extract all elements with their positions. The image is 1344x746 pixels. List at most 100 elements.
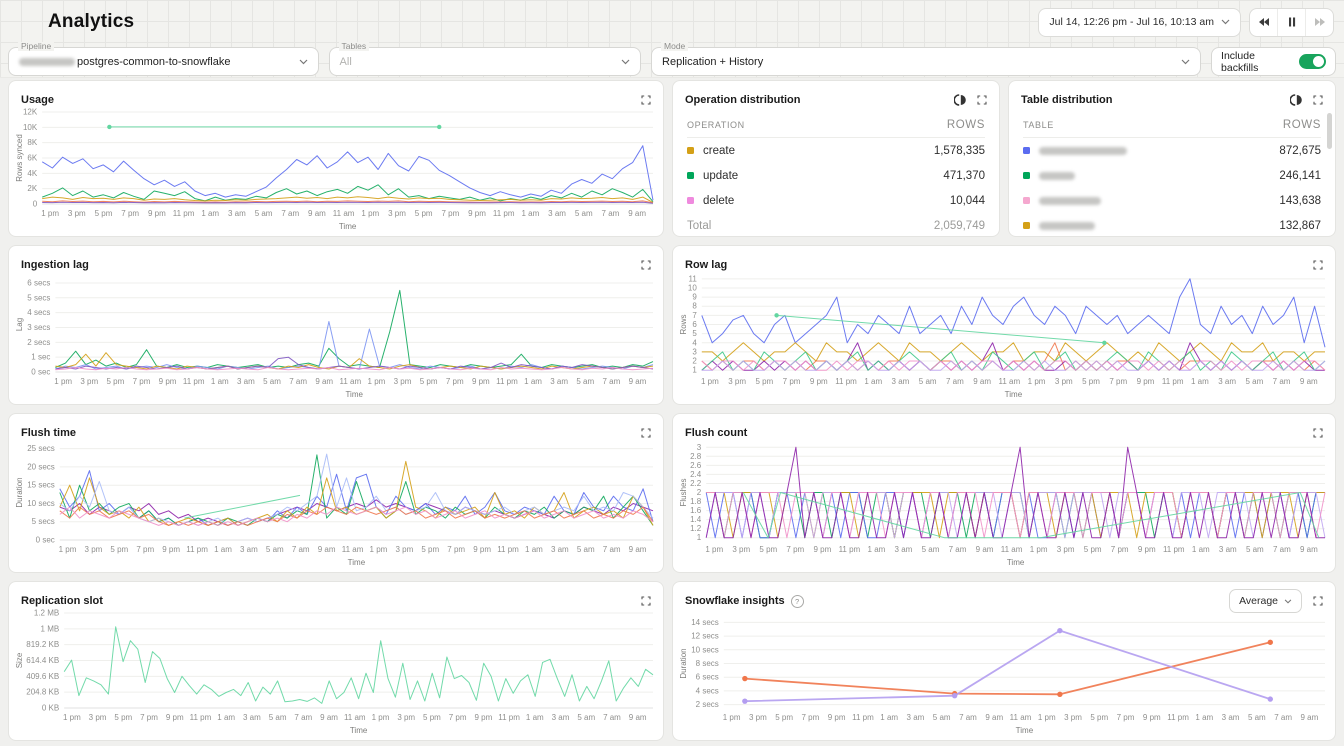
- expand-button[interactable]: [977, 95, 987, 105]
- expand-button[interactable]: [641, 428, 651, 438]
- axis-text: 7 pm: [786, 545, 804, 554]
- marker-mint-flat: [107, 125, 111, 129]
- axis-text: Rows synced: [15, 134, 24, 182]
- axis-text: 25 secs: [27, 444, 55, 453]
- axis-text: 1 am: [524, 377, 542, 386]
- axis-text: Time: [339, 222, 357, 231]
- app-header: Analytics Jul 14, 12:26 pm - Jul 16, 10:…: [0, 0, 1344, 44]
- axis-text: 11 pm: [173, 209, 195, 218]
- help-icon[interactable]: ?: [791, 595, 804, 608]
- redacted-table-name: [1039, 197, 1101, 205]
- flush-time-chart[interactable]: 0 sec5 secs10 secs15 secs20 secs25 secs1…: [13, 438, 661, 570]
- operation-label: delete: [703, 195, 734, 207]
- axis-text: 409.6 KB: [26, 672, 59, 681]
- operation-distribution-card: Operation distribution OPERATION ROWS cr…: [672, 80, 1000, 237]
- axis-text: 3 pm: [388, 209, 406, 218]
- axis-text: 9 am: [985, 713, 1003, 722]
- replication-slot-card: Replication slot 0 KB204.8 KB409.6 KB614…: [8, 581, 664, 741]
- axis-text: 11 am: [1001, 545, 1023, 554]
- date-range-picker[interactable]: Jul 14, 12:26 pm - Jul 16, 10:13 am: [1038, 8, 1241, 37]
- flush-count-card: Flush count 11.21.41.61.822.22.42.62.831…: [672, 413, 1336, 573]
- series-green: [55, 290, 653, 367]
- table-dist-header: TABLE ROWS: [1023, 113, 1321, 138]
- chart-canvas-replication_slot: 0 KB204.8 KB409.6 KB614.4 KB819.2 KB1 MB…: [13, 606, 661, 738]
- expand-button[interactable]: [1313, 596, 1323, 606]
- axis-text: 5 pm: [415, 209, 433, 218]
- axis-text: 1.8: [690, 497, 702, 506]
- axis-text: 4: [692, 338, 697, 347]
- rewind-button[interactable]: [1250, 9, 1277, 36]
- axis-text: 9 am: [1300, 713, 1318, 722]
- axis-text: 3 pm: [397, 713, 415, 722]
- expand-button[interactable]: [1313, 260, 1323, 270]
- series-mint-seg: [777, 315, 1105, 342]
- axis-text: 11: [688, 274, 697, 283]
- axis-text: 5 am: [922, 545, 940, 554]
- usage-chart[interactable]: 02K4K6K8K10K12K1 pm3 pm5 pm7 pm9 pm11 pm…: [13, 105, 661, 234]
- axis-text: 11 pm: [839, 545, 861, 554]
- axis-text: 9 pm: [162, 545, 180, 554]
- axis-text: 11 am: [999, 377, 1021, 386]
- include-backfills-toggle[interactable]: [1299, 54, 1326, 69]
- axis-text: 1 am: [1192, 545, 1210, 554]
- row-lag-chart[interactable]: 12345678910111 pm3 pm5 pm7 pm9 pm11 pm1 …: [677, 270, 1333, 402]
- pie-view-button[interactable]: [1290, 94, 1302, 106]
- axis-text: 2.2: [690, 479, 702, 488]
- axis-text: 4K: [27, 169, 37, 178]
- expand-button[interactable]: [1313, 428, 1323, 438]
- axis-text: 7 pm: [446, 377, 464, 386]
- axis-text: 12 secs: [691, 632, 719, 641]
- axis-text: Time: [350, 726, 368, 735]
- pie-view-button[interactable]: [954, 94, 966, 106]
- axis-text: 9: [692, 293, 697, 302]
- marker-orange: [742, 676, 747, 681]
- snowflake-insights-chart[interactable]: 2 secs4 secs6 secs8 secs10 secs12 secs14…: [677, 612, 1333, 738]
- axis-text: 5 am: [255, 209, 273, 218]
- mode-select[interactable]: Mode Replication + History: [651, 47, 1201, 76]
- axis-text: Time: [1016, 726, 1034, 735]
- axis-text: Rows: [679, 314, 688, 334]
- pause-icon: [1288, 17, 1296, 27]
- ingestion-lag-chart[interactable]: 0 sec1 sec2 secs3 secs4 secs5 secs6 secs…: [13, 270, 661, 402]
- rows-value: 471,370: [943, 170, 985, 182]
- axis-text: 7 pm: [802, 713, 820, 722]
- axis-text: 9 pm: [159, 377, 177, 386]
- operation-rows: create1,578,335update471,370delete10,044: [687, 138, 985, 213]
- pipeline-select[interactable]: Pipeline postgres-common-to-snowflake: [8, 47, 319, 76]
- axis-text: 5 am: [576, 377, 594, 386]
- mode-label: Mode: [661, 42, 688, 51]
- axis-text: 3 pm: [1057, 545, 1075, 554]
- expand-button[interactable]: [641, 95, 651, 105]
- axis-text: Time: [1007, 558, 1025, 567]
- series-blue: [60, 471, 653, 526]
- vertical-scrollbar[interactable]: [1327, 113, 1332, 149]
- tables-select[interactable]: Tables All: [329, 47, 641, 76]
- axis-text: 2.4: [690, 470, 702, 479]
- fast-forward-button[interactable]: [1305, 9, 1333, 36]
- chart-canvas-usage: 02K4K6K8K10K12K1 pm3 pm5 pm7 pm9 pm11 pm…: [13, 105, 661, 234]
- axis-text: 1 am: [864, 377, 882, 386]
- axis-text: 3 pm: [395, 545, 413, 554]
- axis-text: 8K: [27, 138, 37, 147]
- flush-count-chart[interactable]: 11.21.41.61.822.22.42.62.831 pm3 pm5 pm7…: [677, 438, 1333, 570]
- operation-label: create: [703, 145, 735, 157]
- axis-text: 9 pm: [1137, 377, 1155, 386]
- expand-button[interactable]: [641, 260, 651, 270]
- axis-text: Flushes: [679, 478, 688, 506]
- axis-text: 10 secs: [27, 499, 55, 508]
- axis-text: 2: [697, 488, 702, 497]
- expand-button[interactable]: [1313, 95, 1323, 105]
- replication-slot-chart[interactable]: 0 KB204.8 KB409.6 KB614.4 KB819.2 KB1 MB…: [13, 606, 661, 738]
- axis-text: 1 pm: [41, 209, 59, 218]
- axis-text: 3 am: [552, 713, 570, 722]
- pause-button[interactable]: [1277, 9, 1305, 36]
- rows-value: 1,578,335: [934, 145, 985, 157]
- chart-canvas-row_lag: 12345678910111 pm3 pm5 pm7 pm9 pm11 pm1 …: [677, 270, 1333, 402]
- axis-text: 4 secs: [27, 308, 50, 317]
- axis-text: 5 pm: [106, 377, 124, 386]
- aggregate-select[interactable]: Average: [1229, 589, 1302, 613]
- axis-text: 1.2 MB: [34, 609, 59, 618]
- marker-mint-flat: [437, 125, 441, 129]
- expand-button[interactable]: [641, 596, 651, 606]
- axis-text: 3 pm: [1064, 713, 1082, 722]
